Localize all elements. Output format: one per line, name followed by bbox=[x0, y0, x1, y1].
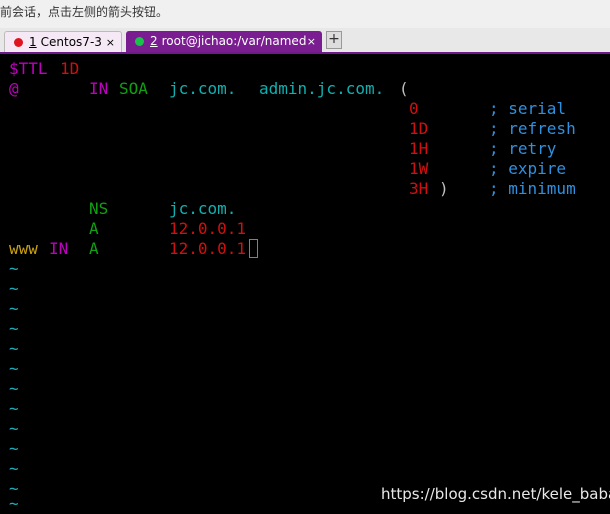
empty-line-tilde: ~ bbox=[9, 279, 19, 298]
admin-email: admin.jc.com. bbox=[259, 79, 385, 98]
empty-line-tilde: ~ bbox=[9, 379, 19, 398]
new-tab-button[interactable]: + bbox=[326, 31, 342, 49]
notice-bar: 前会话，点击左侧的箭头按钮。 bbox=[0, 0, 610, 28]
retry-value: 1H bbox=[409, 139, 429, 158]
close-icon[interactable]: × bbox=[307, 31, 316, 52]
www-class-in: IN bbox=[49, 239, 69, 258]
primary-ns: jc.com. bbox=[169, 79, 237, 98]
www-host: www bbox=[9, 239, 38, 258]
a-value: 12.0.0.1 bbox=[169, 219, 247, 238]
tab-label: Centos7-3 bbox=[40, 35, 102, 49]
ns-value: jc.com. bbox=[169, 199, 237, 218]
record-type-soa: SOA bbox=[119, 79, 148, 98]
close-paren: ) bbox=[439, 179, 449, 198]
record-type-ns: NS bbox=[89, 199, 109, 218]
www-value: 12.0.0.1 bbox=[169, 239, 247, 258]
www-record-type: A bbox=[89, 239, 99, 258]
ttl-directive: $TTL bbox=[9, 59, 48, 78]
empty-line-tilde: ~ bbox=[9, 259, 19, 278]
status-dot-icon bbox=[14, 38, 23, 47]
record-type-a: A bbox=[89, 219, 99, 238]
terminal-editor[interactable]: $TTL 1D @ IN SOA jc.com. admin.jc.com. (… bbox=[0, 54, 610, 514]
tab-session-2[interactable]: 2 root@jichao:/var/named × bbox=[126, 31, 322, 52]
minimum-comment: ; minimum bbox=[489, 179, 576, 198]
origin-symbol: @ bbox=[9, 79, 19, 98]
empty-line-tilde: ~ bbox=[9, 399, 19, 418]
notice-text: 前会话，点击左侧的箭头按钮。 bbox=[0, 5, 169, 19]
empty-line-tilde: ~ bbox=[9, 319, 19, 338]
watermark: https://blog.csdn.net/kele_baba bbox=[381, 485, 610, 503]
minimum-value: 3H bbox=[409, 179, 429, 198]
class-in: IN bbox=[89, 79, 109, 98]
text-cursor bbox=[249, 239, 258, 258]
empty-line-tilde: ~ bbox=[9, 439, 19, 458]
tab-session-1[interactable]: 1 Centos7-3 × bbox=[4, 31, 122, 52]
tab-label: root@jichao:/var/named bbox=[161, 34, 307, 48]
refresh-value: 1D bbox=[409, 119, 429, 138]
tab-number: 1 bbox=[29, 35, 37, 49]
ttl-value: 1D bbox=[60, 59, 80, 78]
tab-bar: 1 Centos7-3 × 2 root@jichao:/var/named × + bbox=[0, 28, 610, 54]
empty-line-tilde: ~ bbox=[9, 494, 19, 513]
serial-comment: ; serial bbox=[489, 99, 567, 118]
retry-comment: ; retry bbox=[489, 139, 557, 158]
empty-line-tilde: ~ bbox=[9, 419, 19, 438]
expire-comment: ; expire bbox=[489, 159, 567, 178]
expire-value: 1W bbox=[409, 159, 429, 178]
refresh-comment: ; refresh bbox=[489, 119, 576, 138]
open-paren: ( bbox=[399, 79, 409, 98]
empty-line-tilde: ~ bbox=[9, 459, 19, 478]
close-icon[interactable]: × bbox=[106, 32, 115, 53]
status-dot-icon bbox=[135, 37, 144, 46]
empty-line-tilde: ~ bbox=[9, 359, 19, 378]
empty-line-tilde: ~ bbox=[9, 339, 19, 358]
tab-number: 2 bbox=[150, 34, 158, 48]
serial-value: 0 bbox=[409, 99, 419, 118]
empty-line-tilde: ~ bbox=[9, 299, 19, 318]
